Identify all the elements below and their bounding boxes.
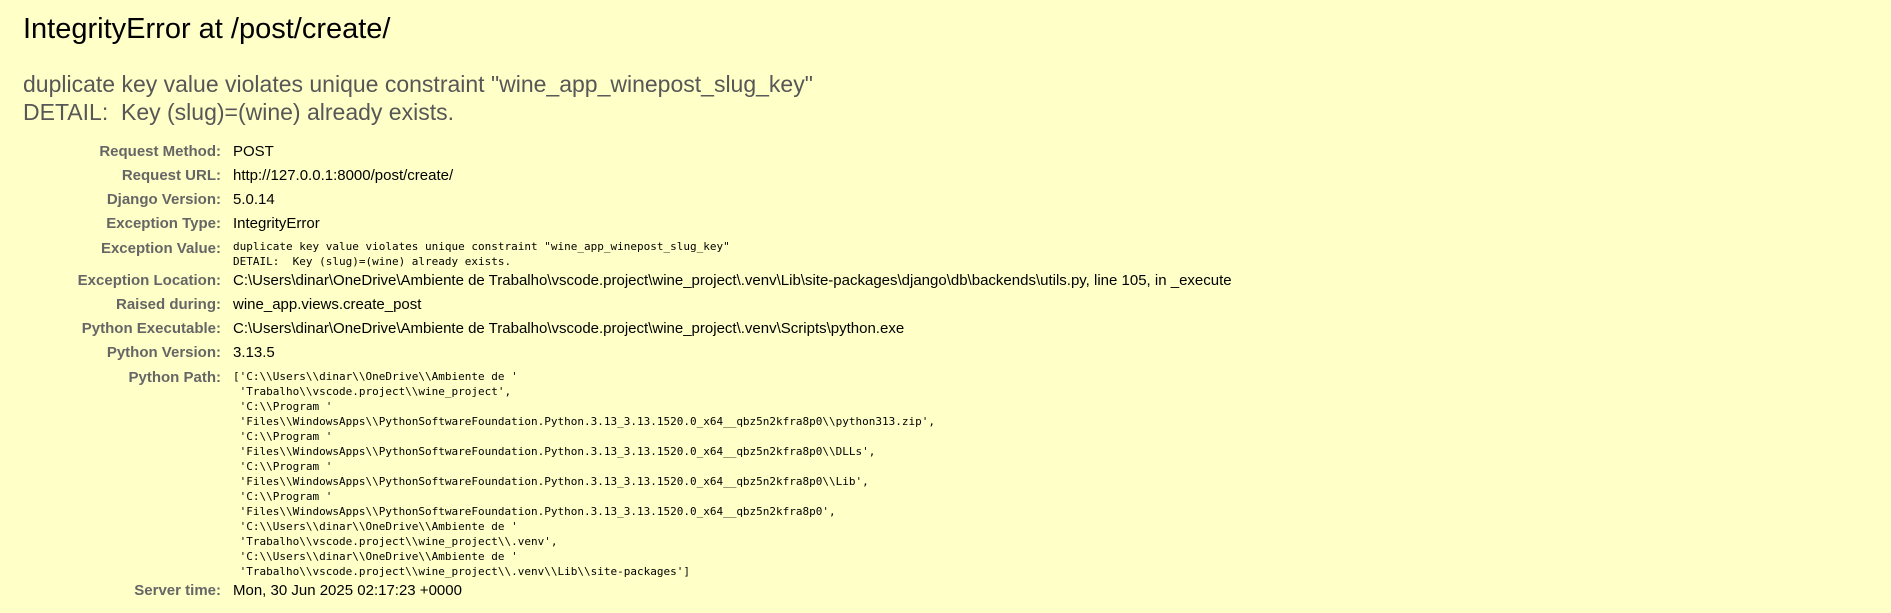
- request-method-value: POST: [233, 143, 274, 160]
- request-meta-table: Request Method: POST Request URL: http:/…: [23, 140, 1232, 603]
- django-version-value: 5.0.14: [233, 191, 275, 208]
- meta-row-raised-during: Raised during: wine_app.views.create_pos…: [23, 293, 1232, 317]
- python-path-list: ['C:\\Users\\dinar\\OneDrive\\Ambiente d…: [233, 370, 935, 578]
- meta-row-exception-value: Exception Value: duplicate key value vio…: [23, 236, 1232, 269]
- raised-during-value: wine_app.views.create_post: [233, 296, 422, 313]
- error-summary: IntegrityError at /post/create/ duplicat…: [0, 0, 1891, 613]
- request-url-value: http://127.0.0.1:8000/post/create/: [233, 167, 454, 184]
- meta-row-server-time: Server time: Mon, 30 Jun 2025 02:17:23 +…: [23, 579, 1232, 603]
- raised-during-label: Raised during:: [115, 296, 221, 313]
- meta-row-python-path: Python Path: ['C:\\Users\\dinar\\OneDriv…: [23, 365, 1232, 579]
- meta-row-django-version: Django Version: 5.0.14: [23, 188, 1232, 212]
- meta-row-exception-type: Exception Type: IntegrityError: [23, 212, 1232, 236]
- python-version-label: Python Version:: [106, 344, 221, 361]
- server-time-label: Server time:: [134, 582, 221, 599]
- meta-row-python-executable: Python Executable: C:\Users\dinar\OneDri…: [23, 317, 1232, 341]
- meta-row-exception-location: Exception Location: C:\Users\dinar\OneDr…: [23, 269, 1232, 293]
- exception-message: duplicate key value violates unique cons…: [23, 71, 813, 125]
- request-url-label: Request URL:: [121, 167, 221, 184]
- python-version-value: 3.13.5: [233, 344, 275, 361]
- exception-value-label: Exception Value:: [100, 240, 221, 257]
- exception-type-label: Exception Type:: [106, 215, 221, 232]
- exception-value-text: duplicate key value violates unique cons…: [233, 240, 730, 268]
- request-method-label: Request Method:: [99, 143, 221, 160]
- meta-row-request-url: Request URL: http://127.0.0.1:8000/post/…: [23, 164, 1232, 188]
- page-title: IntegrityError at /post/create/: [23, 13, 391, 45]
- django-version-label: Django Version:: [106, 191, 221, 208]
- python-path-label: Python Path:: [128, 369, 222, 386]
- exception-location-value: C:\Users\dinar\OneDrive\Ambiente de Trab…: [233, 272, 1232, 289]
- meta-row-python-version: Python Version: 3.13.5: [23, 341, 1232, 365]
- exception-location-label: Exception Location:: [77, 272, 221, 289]
- server-time-value: Mon, 30 Jun 2025 02:17:23 +0000: [233, 582, 462, 599]
- python-executable-value: C:\Users\dinar\OneDrive\Ambiente de Trab…: [233, 320, 905, 337]
- meta-row-request-method: Request Method: POST: [23, 140, 1232, 164]
- python-executable-label: Python Executable:: [81, 320, 221, 337]
- exception-type-value: IntegrityError: [233, 215, 320, 232]
